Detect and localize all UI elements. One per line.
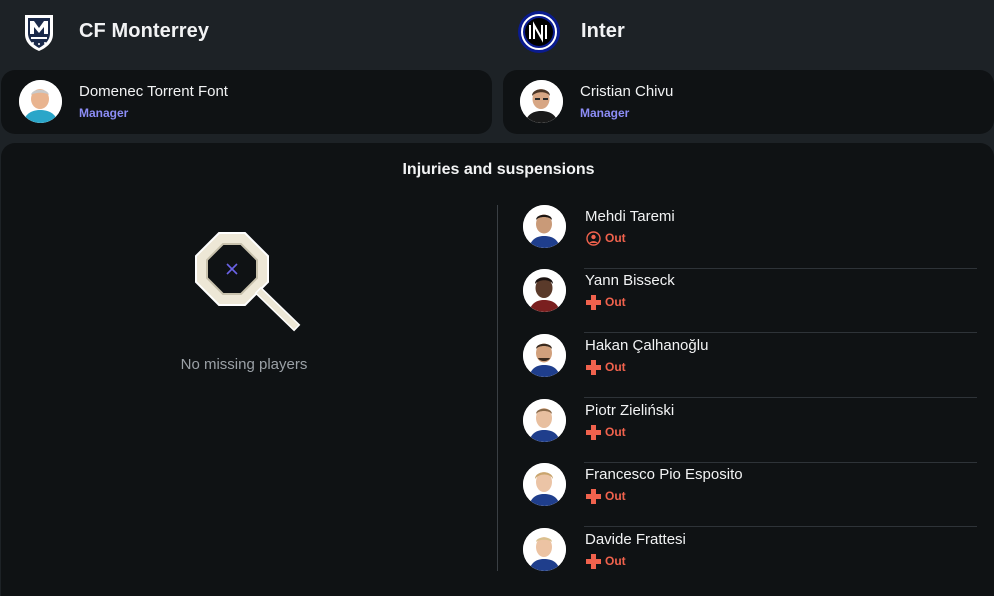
player-row[interactable]: Francesco Pio Esposito Out bbox=[520, 463, 977, 527]
injury-cross-icon bbox=[585, 359, 601, 375]
away-team-header[interactable]: Inter bbox=[497, 0, 994, 64]
player-avatar bbox=[523, 205, 566, 248]
away-team-name[interactable]: Inter bbox=[581, 20, 625, 43]
player-name[interactable]: Hakan Çalhanoğlu bbox=[585, 337, 708, 354]
player-status-label: Out bbox=[605, 489, 626, 503]
player-status-label: Out bbox=[605, 231, 626, 245]
player-avatar bbox=[523, 463, 566, 506]
injury-cross-icon bbox=[585, 294, 601, 310]
panel-divider bbox=[497, 205, 498, 571]
home-manager-role: Manager bbox=[79, 106, 129, 120]
home-manager-card[interactable]: Domenec Torrent Font Manager bbox=[1, 70, 492, 134]
player-status-label: Out bbox=[605, 554, 626, 568]
player-row[interactable]: Mehdi Taremi Out bbox=[520, 205, 977, 269]
player-status: Out bbox=[585, 294, 626, 310]
player-status: Out bbox=[585, 230, 626, 246]
away-manager-card[interactable]: Cristian Chivu Manager bbox=[503, 70, 994, 134]
player-row[interactable]: Hakan Çalhanoğlu Out bbox=[520, 334, 977, 398]
player-status-label: Out bbox=[605, 360, 626, 374]
player-name[interactable]: Piotr Zieliński bbox=[585, 402, 674, 419]
injuries-title: Injuries and suspensions bbox=[402, 161, 595, 178]
player-status-label: Out bbox=[605, 425, 626, 439]
home-team-header[interactable]: CF Monterrey bbox=[0, 0, 497, 64]
player-row[interactable]: Davide Frattesi Out bbox=[520, 528, 977, 592]
player-status: Out bbox=[585, 424, 626, 440]
player-status: Out bbox=[585, 553, 626, 569]
player-row[interactable]: Piotr Zieliński Out bbox=[520, 399, 977, 463]
magnifier-empty-icon bbox=[189, 231, 301, 335]
away-manager-avatar bbox=[520, 80, 563, 123]
injury-cross-icon bbox=[585, 424, 601, 440]
home-manager-avatar bbox=[19, 80, 62, 123]
player-status: Out bbox=[585, 359, 626, 375]
monterrey-crest-icon bbox=[17, 10, 61, 54]
player-avatar bbox=[523, 334, 566, 377]
row-divider bbox=[584, 526, 977, 527]
player-name[interactable]: Francesco Pio Esposito bbox=[585, 466, 743, 483]
player-name[interactable]: Yann Bisseck bbox=[585, 272, 675, 289]
player-row[interactable]: Yann Bisseck Out bbox=[520, 269, 977, 333]
row-divider bbox=[584, 397, 977, 398]
player-name[interactable]: Davide Frattesi bbox=[585, 531, 686, 548]
away-manager-role: Manager bbox=[580, 106, 630, 120]
player-avatar bbox=[523, 269, 566, 312]
home-manager-name[interactable]: Domenec Torrent Font bbox=[79, 83, 228, 100]
row-divider bbox=[584, 332, 977, 333]
player-status: Out bbox=[585, 488, 626, 504]
player-avatar bbox=[523, 399, 566, 442]
injury-cross-icon bbox=[585, 488, 601, 504]
player-status-label: Out bbox=[605, 295, 626, 309]
player-name[interactable]: Mehdi Taremi bbox=[585, 208, 675, 225]
inter-crest-icon bbox=[517, 10, 561, 54]
player-avatar bbox=[523, 528, 566, 571]
home-team-name[interactable]: CF Monterrey bbox=[79, 20, 209, 43]
person-circle-icon bbox=[585, 230, 601, 246]
injury-cross-icon bbox=[585, 553, 601, 569]
no-missing-players-text: No missing players bbox=[180, 356, 308, 373]
away-manager-name[interactable]: Cristian Chivu bbox=[580, 83, 673, 100]
